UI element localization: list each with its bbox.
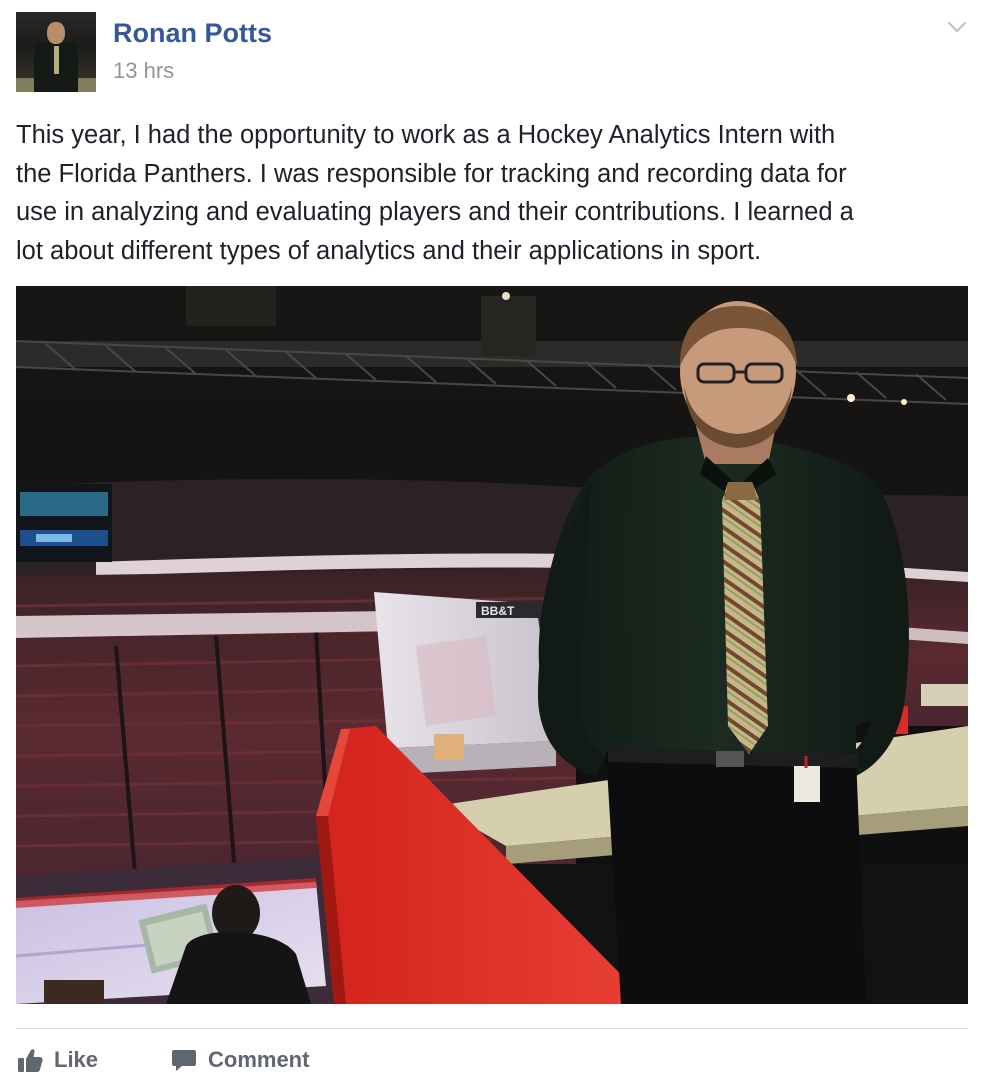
thumbs-up-icon [18, 1049, 43, 1072]
like-label: Like [54, 1047, 99, 1072]
post-text-line: use in analyzing and evaluating players … [16, 198, 854, 226]
post-text-line: lot about different types of analytics a… [16, 236, 762, 265]
avatar[interactable] [16, 12, 96, 92]
like-button[interactable]: Like [16, 1040, 98, 1080]
comment-bubble-icon [172, 1050, 196, 1071]
post-timestamp[interactable]: 13 hrs [113, 58, 174, 84]
post-text-line: the Florida Panthers. I was responsible … [16, 159, 847, 188]
post-text: This year, I had the opportunity to work… [16, 116, 976, 270]
author-name-link[interactable]: Ronan Potts [113, 18, 272, 49]
comment-label: Comment [208, 1047, 310, 1072]
post-text-line: This year, I had the opportunity to work… [16, 121, 836, 149]
feed-post: Ronan Potts 13 hrs This year, I had the … [0, 0, 992, 1086]
post-photo[interactable]: BB&T [16, 286, 968, 1004]
comment-button[interactable]: Comment [170, 1040, 309, 1080]
chevron-down-icon[interactable] [946, 16, 968, 38]
divider [16, 1028, 968, 1029]
scoreboard-text: BB&T [481, 604, 515, 618]
